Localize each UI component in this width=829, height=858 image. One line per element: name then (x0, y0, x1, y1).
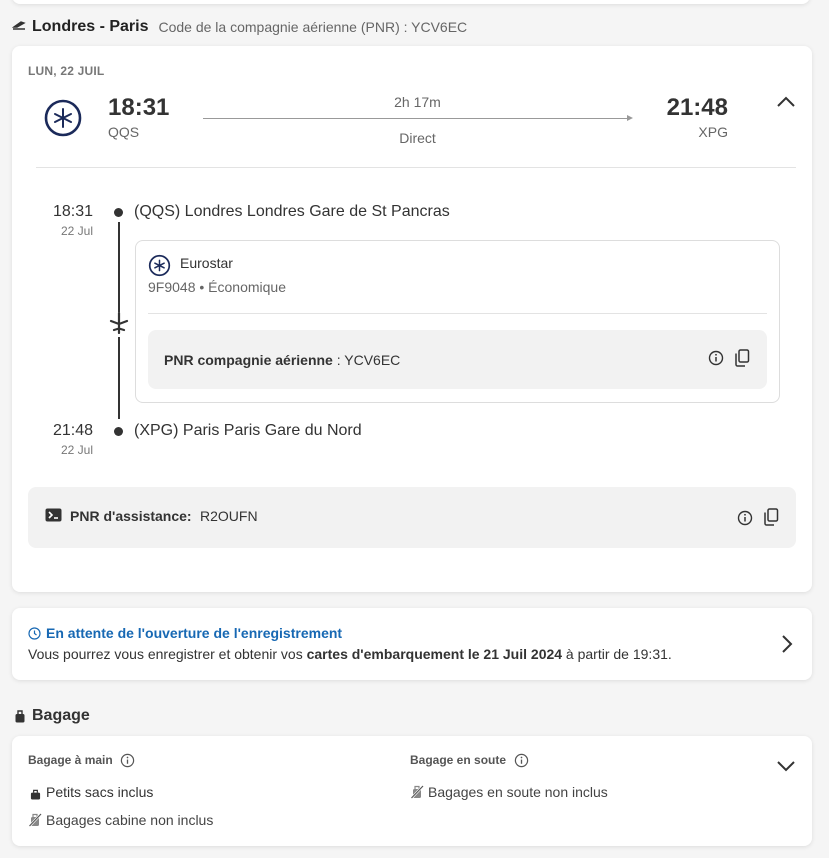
hand-item-cabin-bags: Bagages cabine non inclus (46, 812, 214, 828)
baggage-header-icon (14, 709, 26, 728)
segment-arr-code: XPG (698, 124, 728, 140)
checkin-title: En attente de l'ouverture de l'enregistr… (46, 625, 343, 641)
cabin-bag-excluded-icon (28, 813, 42, 832)
hand-baggage-info-icon[interactable] (118, 751, 136, 769)
timeline-dep-station: (QQS) Londres Londres Gare de St Pancras (134, 203, 450, 220)
train-route-icon (11, 18, 26, 36)
segment-duration: 2h 17m (394, 94, 441, 110)
trip-header: Londres - Paris Code de la compagnie aér… (11, 16, 468, 38)
assist-pnr-info-icon[interactable] (735, 508, 755, 528)
hold-item-hold-bags: Bagages en soute non inclus (428, 784, 608, 800)
timeline-line-bottom (118, 337, 120, 419)
timeline-arr-station: (XPG) Paris Paris Gare du Nord (134, 422, 362, 439)
timeline-dep-time: 18:31 (52, 203, 93, 220)
carrier-pnr-copy-icon[interactable] (732, 348, 752, 368)
carrier-details: 9F9048 • Économique (148, 279, 286, 295)
small-bag-icon (30, 787, 41, 805)
assist-ticket-icon (45, 508, 62, 527)
hand-baggage-title: Bagage à main (28, 753, 113, 767)
baggage-title: Bagage (32, 707, 90, 724)
trip-pnr-line: Code de la compagnie aérienne (PNR) : YC… (158, 19, 468, 35)
hold-bag-excluded-icon (410, 785, 424, 804)
checkin-chevron-right-icon[interactable] (777, 634, 797, 654)
carrier-pnr-sep: : (332, 352, 345, 368)
checkin-card[interactable] (12, 608, 812, 680)
segment-divider (36, 167, 796, 168)
checkin-text-a: Vous pourrez vous enregistrer et obtenir… (28, 646, 307, 662)
assist-pnr-value: R2OUFN (200, 508, 258, 524)
timeline-line-top (118, 222, 120, 312)
carrier-pnr-label: PNR compagnie aérienne (164, 352, 333, 368)
hold-baggage-info-icon[interactable] (512, 751, 530, 769)
hold-baggage-title: Bagage en soute (410, 753, 507, 767)
eurostar-small-logo-icon (148, 254, 171, 282)
trip-route: Londres - Paris (32, 18, 149, 35)
segment-dep-time: 18:31 (108, 94, 170, 121)
eurostar-logo-icon (43, 98, 83, 143)
carrier-name: Eurostar (180, 255, 233, 271)
carrier-pnr-info-icon[interactable] (706, 348, 726, 368)
timeline-dep-dot (114, 208, 123, 217)
timeline-dep-date: 22 Jul (60, 224, 93, 238)
timeline-arr-date: 22 Jul (60, 443, 93, 457)
timeline-arr-dot (114, 427, 123, 436)
segment-date: LUN, 22 JUIL (28, 64, 105, 78)
checkin-text-b: cartes d'embarquement le 21 Juil 2024 (306, 646, 563, 662)
segment-line (203, 118, 631, 119)
collapse-chevron-up-icon[interactable] (776, 92, 796, 112)
carrier-pnr-value: YCV6EC (344, 352, 401, 368)
assist-pnr-copy-icon[interactable] (761, 507, 781, 527)
carrier-divider (148, 313, 767, 314)
segment-stops: Direct (399, 130, 436, 146)
previous-card-edge (12, 0, 810, 4)
segment-dep-code: QQS (108, 124, 140, 140)
hand-item-small-bags: Petits sacs inclus (46, 784, 154, 800)
assist-pnr-label: PNR d'assistance: (70, 508, 192, 524)
checkin-text-c: à partir de 19:31. (562, 646, 672, 662)
plane-icon (108, 311, 130, 339)
segment-arr-time: 21:48 (666, 94, 728, 121)
timeline-arr-time: 21:48 (52, 422, 93, 439)
carrier-pnr-row: PNR compagnie aérienne : YCV6EC (164, 352, 400, 368)
checkin-text: Vous pourrez vous enregistrer et obtenir… (28, 646, 672, 662)
clock-icon (28, 627, 41, 645)
baggage-chevron-down-icon[interactable] (776, 756, 796, 776)
